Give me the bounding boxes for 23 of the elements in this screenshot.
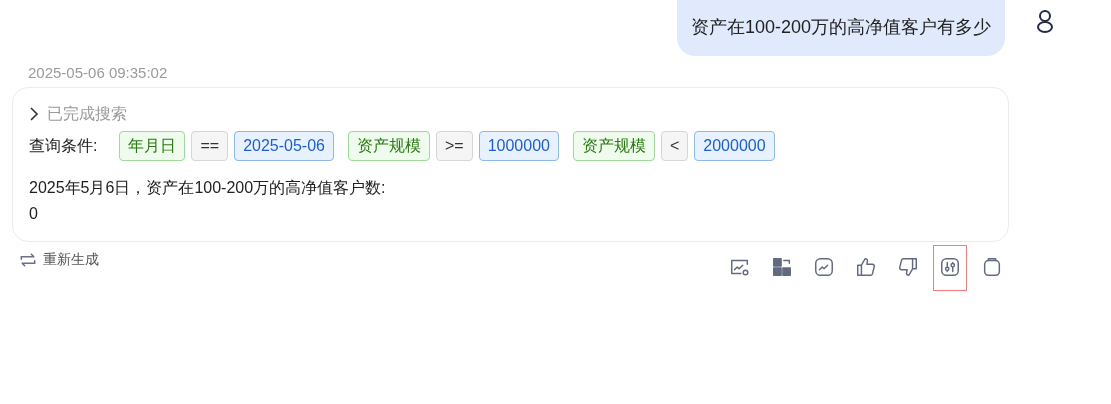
result-text: 0 xyxy=(29,204,39,224)
regenerate-button[interactable]: 重新生成 xyxy=(18,249,99,270)
thumbs-down-icon xyxy=(897,256,919,278)
timestamp: 2025-05-06 09:35:02 xyxy=(28,64,168,81)
chevron-icon xyxy=(29,106,39,122)
result-text: 2025年5月6日，资产在100-200万的高净值客户数: xyxy=(29,178,387,198)
condition-tag: 资产规模 xyxy=(572,131,655,161)
sliders-icon xyxy=(939,256,961,278)
user-message: 资产在100-200万的高净值客户有多少 xyxy=(676,0,1005,56)
condition-tag: 1000000 xyxy=(478,131,559,161)
condition-tag: >= xyxy=(436,131,473,161)
condition-tag: < xyxy=(660,131,689,161)
condition-tag: 资产规模 xyxy=(348,131,430,161)
condition-tag: 2025-05-06 xyxy=(234,131,334,161)
thumbs-up-icon xyxy=(855,256,877,278)
trend-icon xyxy=(813,256,835,278)
condition-tag: 年月日 xyxy=(119,131,186,161)
condition-tag: == xyxy=(191,131,229,161)
action-button[interactable] xyxy=(933,245,967,291)
condition-tag: 2000000 xyxy=(694,131,775,161)
conditions-label: 查询条件: xyxy=(29,136,98,156)
user-icon xyxy=(1035,9,1055,35)
clipboard-icon xyxy=(981,256,1003,278)
